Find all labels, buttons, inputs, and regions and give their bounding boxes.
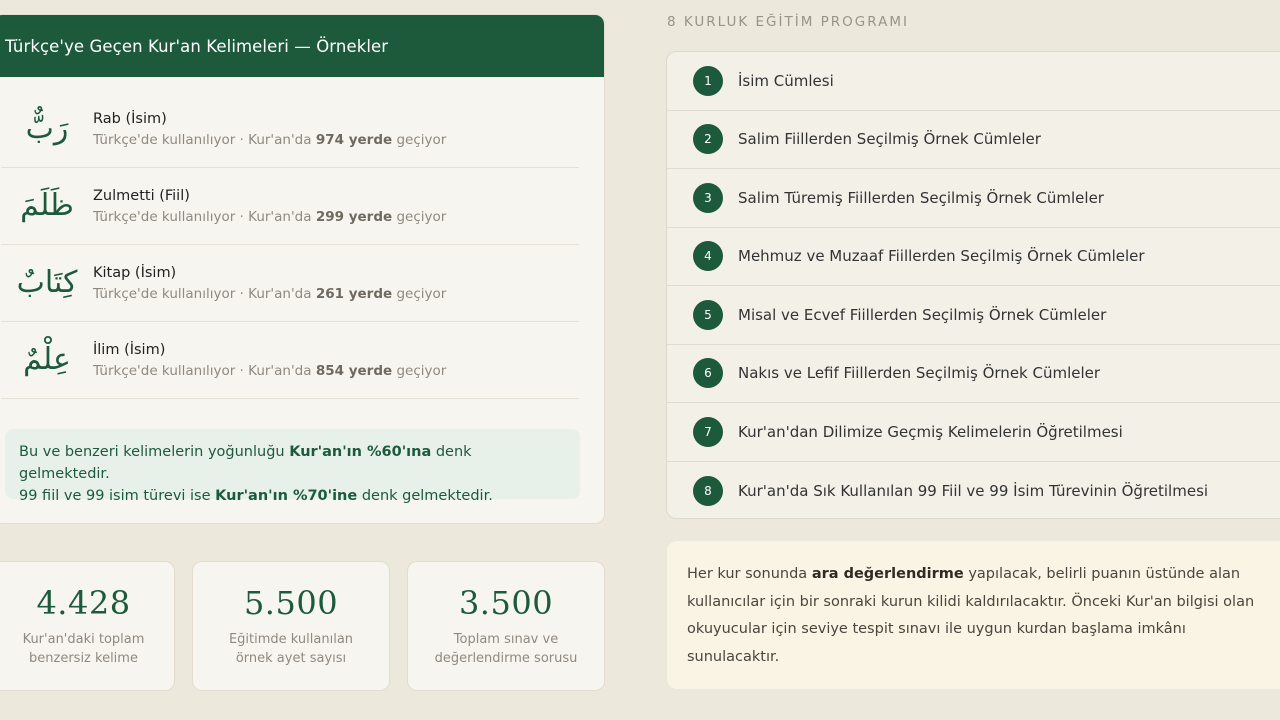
word-name: Kitap (İsim) [93, 264, 177, 281]
arabic-word: كِتَابٌ [16, 265, 78, 300]
stat-value: 3.500 [458, 584, 554, 622]
arabic-word: عِلْمٌ [23, 342, 71, 377]
word-row: رَبٌّ Rab (İsim) Türkçe'de kullanılıyor … [1, 91, 579, 168]
program-item-label: Nakıs ve Lefif Fiillerden Seçilmiş Örnek… [738, 364, 1101, 383]
word-meta: Türkçe'de kullanılıyor · Kur'an'da 261 y… [93, 285, 447, 302]
word-meta: Türkçe'de kullanılıyor · Kur'an'da 854 y… [93, 362, 447, 379]
program-title: 8 KURLUK EĞİTİM PROGRAMI [667, 14, 909, 30]
step-number-badge: 8 [693, 475, 723, 506]
step-number-badge: 1 [693, 65, 723, 96]
program-item-label: İsim Cümlesi [738, 71, 834, 90]
program-item-1[interactable]: 1 İsim Cümlesi [667, 52, 1280, 111]
word-row: عِلْمٌ İlim (İsim) Türkçe'de kullanılıyo… [1, 322, 579, 399]
stat-card-example-verses: 5.500 Eğitimde kullanılan örnek ayet sayı… [192, 561, 390, 691]
step-number-badge: 7 [693, 416, 723, 447]
word-row: كِتَابٌ Kitap (İsim) Türkçe'de kullanılı… [1, 245, 579, 322]
step-number-badge: 6 [693, 358, 723, 389]
word-meta: Türkçe'de kullanılıyor · Kur'an'da 299 y… [93, 208, 447, 225]
program-list: 1 İsim Cümlesi 2 Salim Fiillerden Seçilm… [666, 51, 1280, 519]
evaluation-note: Her kur sonunda ara değerlendirme yapıla… [667, 541, 1280, 689]
stat-label: Kur'an'daki toplam benzersiz kelime [22, 632, 145, 666]
word-meta: Türkçe'de kullanılıyor · Kur'an'da 974 y… [93, 131, 447, 148]
stat-card-unique-words: 4.428 Kur'an'daki toplam benzersiz kelime [0, 561, 175, 691]
program-item-label: Salim Fiillerden Seçilmiş Örnek Cümleler [738, 130, 1041, 149]
word-row: ظَلَمَ Zulmetti (Fiil) Türkçe'de kullanı… [1, 168, 579, 245]
stat-card-exam-questions: 3.500 Toplam sınav ve değerlendirme sorus… [407, 561, 605, 691]
stat-value: 5.500 [243, 584, 339, 622]
step-number-badge: 3 [693, 182, 723, 213]
program-item-6[interactable]: 6 Nakıs ve Lefif Fiillerden Seçilmiş Örn… [667, 345, 1280, 403]
word-list: رَبٌّ Rab (İsim) Türkçe'de kullanılıyor … [0, 91, 604, 399]
density-note: Bu ve benzeri kelimelerin yoğunluğu Kur'… [5, 429, 580, 504]
step-number-badge: 5 [693, 299, 723, 330]
program-item-label: Kur'an'da Sık Kullanılan 99 Fiil ve 99 İ… [738, 481, 1209, 500]
program-item-label: Kur'an'dan Dilimize Geçmiş Kelimelerin Ö… [738, 422, 1123, 441]
program-item-3[interactable]: 3 Salim Türemiş Fiillerden Seçilmiş Örne… [667, 169, 1280, 228]
program-item-7[interactable]: 7 Kur'an'dan Dilimize Geçmiş Kelimelerin… [667, 403, 1280, 462]
step-number-badge: 2 [693, 124, 723, 155]
stat-label: Eğitimde kullanılan örnek ayet sayısı [228, 632, 354, 666]
stat-label: Toplam sınav ve değerlendirme sorusu [434, 632, 578, 666]
word-name: İlim (İsim) [93, 341, 166, 358]
program-item-label: Mehmuz ve Muzaaf Fiillerden Seçilmiş Örn… [738, 247, 1145, 266]
program-item-5[interactable]: 5 Misal ve Ecvef Fiillerden Seçilmiş Örn… [667, 286, 1280, 345]
words-card: Türkçe'ye Geçen Kur'an Kelimeleri — Örne… [0, 14, 605, 524]
word-name: Zulmetti (Fiil) [93, 187, 190, 204]
program-item-8[interactable]: 8 Kur'an'da Sık Kullanılan 99 Fiil ve 99… [667, 462, 1280, 519]
step-number-badge: 4 [693, 241, 723, 272]
arabic-word: ظَلَمَ [20, 188, 74, 223]
program-item-2[interactable]: 2 Salim Fiillerden Seçilmiş Örnek Cümlel… [667, 111, 1280, 169]
arabic-word: رَبٌّ [25, 111, 69, 146]
words-card-title: Türkçe'ye Geçen Kur'an Kelimeleri — Örne… [0, 15, 604, 77]
program-item-label: Misal ve Ecvef Fiillerden Seçilmiş Örnek… [738, 305, 1107, 324]
word-name: Rab (İsim) [93, 110, 167, 127]
program-item-label: Salim Türemiş Fiillerden Seçilmiş Örnek … [738, 188, 1104, 207]
stat-value: 4.428 [36, 584, 131, 622]
program-item-4[interactable]: 4 Mehmuz ve Muzaaf Fiillerden Seçilmiş Ö… [667, 228, 1280, 286]
